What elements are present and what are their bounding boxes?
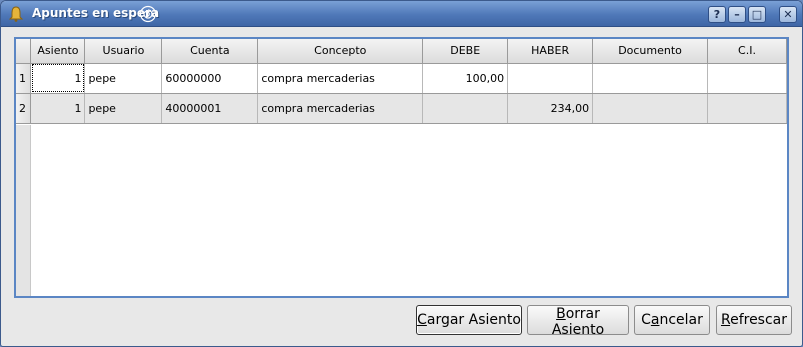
refresh-button[interactable]: Refrescar [716,305,792,335]
cell-usuario[interactable]: pepe [84,93,163,124]
delete-entry-button[interactable]: Borrar Asiento [527,305,629,338]
cell-ci[interactable] [707,63,787,94]
column-header-haber[interactable]: HABER [507,39,594,64]
close-button[interactable]: ✕ [779,6,797,23]
row-header[interactable]: 2 [16,93,32,124]
column-header-debe[interactable]: DEBE [422,39,509,64]
button-label: ncelar [659,312,703,328]
column-header-documento[interactable]: Documento [592,39,708,64]
cell-haber[interactable] [507,63,594,94]
table-row[interactable]: 1 1 pepe 60000000 compra mercaderias 100… [16,63,787,94]
column-header-cuenta[interactable]: Cuenta [161,39,259,64]
cell-cuenta[interactable]: 40000001 [161,93,259,124]
column-header-concepto[interactable]: Concepto [257,39,424,64]
cell-ci[interactable] [707,93,787,124]
cell-asiento[interactable]: 1 [30,93,86,124]
help-button[interactable]: ? [708,6,726,23]
column-header-usuario[interactable]: Usuario [84,39,163,64]
mnemonic-letter: B [556,306,566,322]
column-header-asiento[interactable]: Asiento [30,39,86,64]
cell-concepto[interactable]: compra mercaderias [257,93,424,124]
row-header[interactable]: 1 [16,63,32,94]
cell-cuenta[interactable]: 60000000 [161,63,259,94]
cell-documento[interactable] [592,63,708,94]
mnemonic-letter: C [417,312,427,328]
cell-concepto[interactable]: compra mercaderias [257,63,424,94]
dialog-window: Apuntes en espera ? – □ ✕ Asiento Usuari… [0,0,803,347]
mnemonic-letter: R [720,312,731,328]
header-row: Asiento Usuario Cuenta Concepto DEBE HAB… [16,39,787,64]
cell-documento[interactable] [592,93,708,124]
cancel-button[interactable]: Cancelar [634,305,710,335]
button-label-start: C [641,312,651,328]
column-header-ci[interactable]: C.I. [707,39,787,64]
cell-haber[interactable]: 234,00 [507,93,594,124]
cell-debe[interactable]: 100,00 [422,63,509,94]
corner-header[interactable] [16,39,32,64]
pending-entries-table[interactable]: Asiento Usuario Cuenta Concepto DEBE HAB… [14,37,789,298]
maximize-button[interactable]: □ [748,6,766,23]
table-row[interactable]: 2 1 pepe 40000001 compra mercaderias 234… [16,93,787,124]
bell-icon[interactable] [9,6,23,22]
button-label: argar Asiento [426,312,521,328]
cell-debe[interactable] [422,93,509,124]
row-header-gutter [16,125,31,296]
load-entry-button[interactable]: Cargar Asiento [416,305,522,335]
cell-asiento[interactable]: 1 [30,63,86,94]
cell-usuario[interactable]: pepe [84,63,163,94]
entries-grid[interactable]: Asiento Usuario Cuenta Concepto DEBE HAB… [16,39,787,124]
minimize-button[interactable]: – [728,6,746,23]
spiral-icon [139,5,157,23]
title-bar[interactable]: Apuntes en espera ? – □ ✕ [1,1,802,27]
button-label: efrescar [730,312,788,328]
